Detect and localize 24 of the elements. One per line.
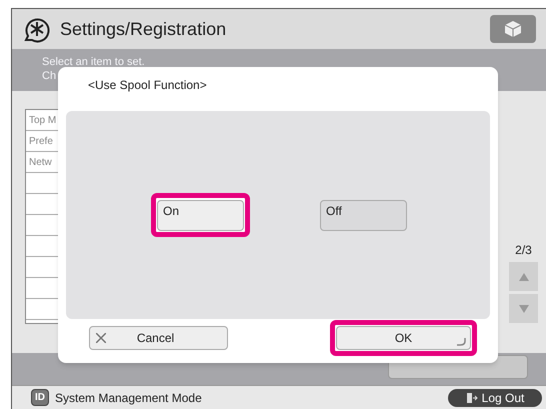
enter-icon	[456, 338, 466, 346]
scroll-up-button[interactable]	[509, 262, 538, 291]
close-icon	[96, 333, 106, 343]
down-triangle-icon	[518, 304, 528, 312]
list-item[interactable]: Top M	[29, 115, 56, 126]
door-icon	[466, 392, 478, 404]
counter-button[interactable]	[490, 15, 536, 43]
up-triangle-icon	[518, 272, 528, 280]
list-item[interactable]: Prefe	[29, 136, 53, 147]
dialog-title: <Use Spool Function>	[87, 77, 208, 94]
cancel-button[interactable]: Cancel	[89, 326, 228, 350]
instruction-text: Select an item to set.	[42, 55, 146, 69]
option-button[interactable]: Off	[320, 200, 407, 232]
list-item[interactable]: Netw	[29, 157, 52, 168]
page-indicator: 2/3	[515, 242, 532, 259]
scroll-down-button[interactable]	[509, 294, 538, 323]
logout-button[interactable]: Log Out	[448, 388, 542, 406]
instruction-text: Ch	[42, 69, 58, 83]
cube-icon	[504, 20, 522, 38]
ok-button[interactable]: OK	[336, 326, 471, 350]
mode-label: System Management Mode	[55, 390, 203, 406]
id-badge: ID	[31, 389, 49, 406]
header-title: Settings/Registration	[60, 18, 228, 41]
option-button[interactable]: On	[157, 200, 244, 232]
